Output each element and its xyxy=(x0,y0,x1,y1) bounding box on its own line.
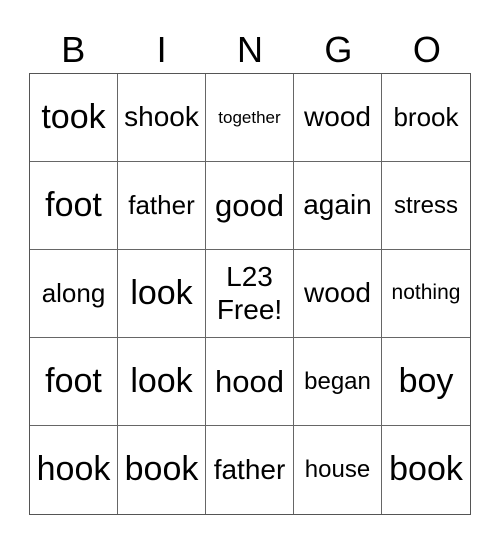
bingo-cell[interactable]: house xyxy=(294,426,382,514)
bingo-cell[interactable]: look xyxy=(118,338,206,426)
bingo-cell[interactable]: wood xyxy=(294,74,382,162)
header-letter-g: G xyxy=(324,29,353,70)
bingo-cell[interactable]: nothing xyxy=(382,250,470,338)
header-letter-i: I xyxy=(156,29,167,70)
bingo-cell[interactable]: foot xyxy=(30,338,118,426)
bingo-cell[interactable]: hood xyxy=(206,338,294,426)
bingo-cell[interactable]: foot xyxy=(30,162,118,250)
bingo-cell[interactable]: good xyxy=(206,162,294,250)
free-space-cell[interactable]: L23 Free! xyxy=(206,250,294,338)
bingo-cell[interactable]: along xyxy=(30,250,118,338)
header-letter-n: N xyxy=(237,29,264,70)
bingo-cell[interactable]: began xyxy=(294,338,382,426)
bingo-cell[interactable]: hook xyxy=(30,426,118,514)
bingo-cell[interactable]: took xyxy=(30,74,118,162)
bingo-cell[interactable]: boy xyxy=(382,338,470,426)
bingo-cell[interactable]: stress xyxy=(382,162,470,250)
bingo-cell[interactable]: father xyxy=(118,162,206,250)
bingo-cell[interactable]: father xyxy=(206,426,294,514)
bingo-cell[interactable]: shook xyxy=(118,74,206,162)
bingo-cell[interactable]: book xyxy=(382,426,470,514)
bingo-cell[interactable]: again xyxy=(294,162,382,250)
bingo-cell[interactable]: book xyxy=(118,426,206,514)
bingo-cell[interactable]: wood xyxy=(294,250,382,338)
header-letter-b: B xyxy=(61,29,86,70)
bingo-cell[interactable]: together xyxy=(206,74,294,162)
header-letter-o: O xyxy=(412,29,441,70)
bingo-card-grid: took shook together wood brook foot fath… xyxy=(29,73,471,515)
bingo-cell[interactable]: brook xyxy=(382,74,470,162)
bingo-cell[interactable]: look xyxy=(118,250,206,338)
bingo-header: B I N G O xyxy=(29,30,471,70)
